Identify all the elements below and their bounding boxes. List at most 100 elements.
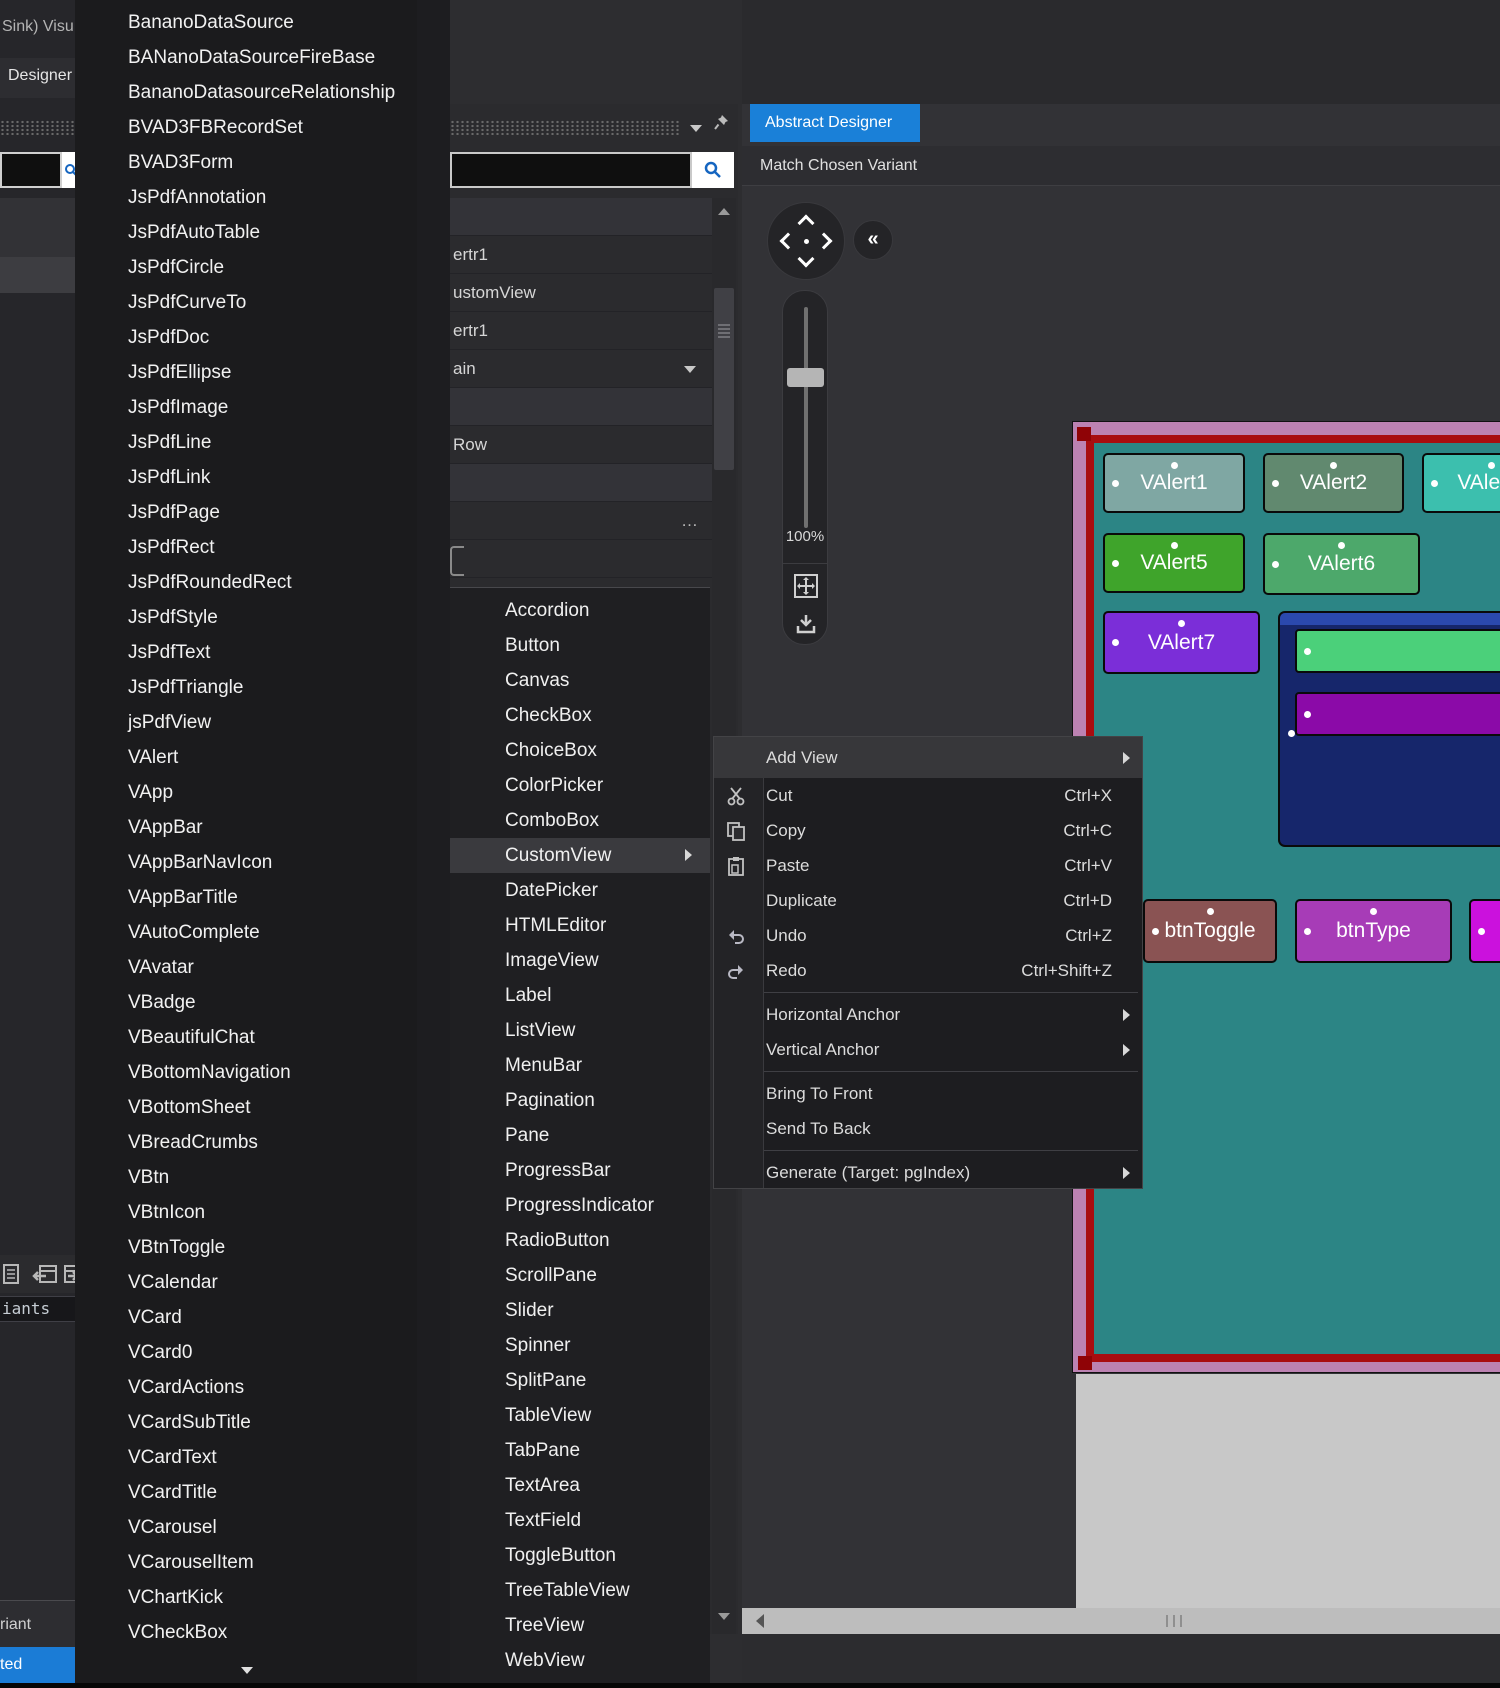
property-row[interactable] [450,464,712,502]
view-type-textarea[interactable]: TextArea [450,1468,710,1503]
export-icon[interactable] [794,612,818,636]
menu-item-cut[interactable]: CutCtrl+X [714,778,1142,813]
document-icon[interactable] [3,1264,20,1284]
view-block-valert2[interactable]: VAlert2 [1263,453,1404,513]
component-item-vcard0[interactable]: VCard0 [75,1335,417,1370]
component-item-vbeautifulchat[interactable]: VBeautifulChat [75,1020,417,1055]
component-item-vbottomnavigation[interactable]: VBottomNavigation [75,1055,417,1090]
property-row[interactable]: … [450,502,712,540]
menu-item-redo[interactable]: RedoCtrl+Shift+Z [714,953,1142,988]
view-type-checkbox[interactable]: CheckBox [450,698,710,733]
pin-icon[interactable] [714,114,729,131]
component-item-valert[interactable]: VAlert [75,740,417,775]
view-type-button[interactable]: Button [450,628,710,663]
view-type-tableview[interactable]: TableView [450,1398,710,1433]
variant-button-fragment[interactable]: riant [0,1600,75,1648]
menu-item-duplicate[interactable]: DuplicateCtrl+D [714,883,1142,918]
component-item-bvad3fbrecordset[interactable]: BVAD3FBRecordSet [75,110,417,145]
rail-search-input[interactable] [0,152,62,188]
component-item-bananodatasourcerelationship[interactable]: BananoDatasourceRelationship [75,75,417,110]
component-item-vbottomsheet[interactable]: VBottomSheet [75,1090,417,1125]
view-type-slider[interactable]: Slider [450,1293,710,1328]
menu-item-vertical-anchor[interactable]: Vertical Anchor [714,1032,1142,1067]
component-item-jspdfcircle[interactable]: JsPdfCircle [75,250,417,285]
fit-icon[interactable] [793,573,819,599]
view-block-purple-bar[interactable] [1295,692,1500,736]
component-item-vcardtitle[interactable]: VCardTitle [75,1475,417,1510]
component-item-jspdfannotation[interactable]: JsPdfAnnotation [75,180,417,215]
component-item-vbreadcrumbs[interactable]: VBreadCrumbs [75,1125,417,1160]
view-type-imageview[interactable]: ImageView [450,943,710,978]
component-item-vcard[interactable]: VCard [75,1300,417,1335]
component-item-jspdfroundedrect[interactable]: JsPdfRoundedRect [75,565,417,600]
component-item-vcardtext[interactable]: VCardText [75,1440,417,1475]
component-item-jspdftriangle[interactable]: JsPdfTriangle [75,670,417,705]
component-item-vchartkick[interactable]: VChartKick [75,1580,417,1615]
component-item-vcardactions[interactable]: VCardActions [75,1370,417,1405]
rail-selected-row[interactable] [0,257,75,293]
component-item-jspdfpage[interactable]: JsPdfPage [75,495,417,530]
component-item-vappbarnavicon[interactable]: VAppBarNavIcon [75,845,417,880]
view-type-htmleditor[interactable]: HTMLEditor [450,908,710,943]
view-type-accordion[interactable]: Accordion [450,593,710,628]
view-type-customview[interactable]: CustomView [450,838,710,873]
menu-item-bring-to-front[interactable]: Bring To Front [714,1076,1142,1111]
view-type-pagination[interactable]: Pagination [450,1083,710,1118]
view-type-treetableview[interactable]: TreeTableView [450,1573,710,1608]
view-type-canvas[interactable]: Canvas [450,663,710,698]
resize-handle-bottom-left[interactable] [1078,1356,1092,1370]
pan-up-icon[interactable] [798,215,815,232]
menu-item-undo[interactable]: UndoCtrl+Z [714,918,1142,953]
view-type-treeview[interactable]: TreeView [450,1608,710,1643]
view-block-valert1[interactable]: VAlert1 [1103,453,1245,513]
property-row[interactable] [450,540,712,578]
view-type-listview[interactable]: ListView [450,1013,710,1048]
collapse-left-icon[interactable]: « [853,220,893,260]
component-item-vautocomplete[interactable]: VAutoComplete [75,915,417,950]
view-block-container[interactable] [1278,611,1500,847]
view-type-label[interactable]: Label [450,978,710,1013]
view-block-btntoggle[interactable]: btnToggle [1143,899,1277,963]
zoom-slider-track[interactable] [804,307,808,528]
collapse-chevron-icon[interactable] [690,125,702,132]
component-item-jspdfline[interactable]: JsPdfLine [75,425,417,460]
view-type-pane[interactable]: Pane [450,1118,710,1153]
view-type-togglebutton[interactable]: ToggleButton [450,1538,710,1573]
view-type-menubar[interactable]: MenuBar [450,1048,710,1083]
view-type-textfield[interactable]: TextField [450,1503,710,1538]
component-item-vbadge[interactable]: VBadge [75,985,417,1020]
view-block-valert5[interactable]: VAlert5 [1103,533,1245,593]
component-item-vcarousel[interactable]: VCarousel [75,1510,417,1545]
view-type-radiobutton[interactable]: RadioButton [450,1223,710,1258]
view-block-green-bar[interactable] [1295,629,1500,673]
scroll-more-icon[interactable] [241,1667,253,1674]
component-item-vbtntoggle[interactable]: VBtnToggle [75,1230,417,1265]
scroll-left-icon[interactable] [756,1614,764,1628]
menu-item-horizontal-anchor[interactable]: Horizontal Anchor [714,997,1142,1032]
view-type-choicebox[interactable]: ChoiceBox [450,733,710,768]
component-item-vapp[interactable]: VApp [75,775,417,810]
scrollbar-grip[interactable] [1166,1615,1182,1627]
component-item-jspdfdoc[interactable]: JsPdfDoc [75,320,417,355]
ellipsis-button[interactable]: … [681,502,698,540]
component-item-bananodatasource[interactable]: BananoDataSource [75,5,417,40]
component-item-jspdftext[interactable]: JsPdfText [75,635,417,670]
drag-grip-strip[interactable] [0,120,75,135]
view-type-webview[interactable]: WebView [450,1643,710,1678]
menu-item-designer[interactable]: Designer [8,67,72,85]
component-item-jspdfstyle[interactable]: JsPdfStyle [75,600,417,635]
property-row[interactable] [450,388,712,426]
component-item-jspdfellipse[interactable]: JsPdfEllipse [75,355,417,390]
component-item-vappbar[interactable]: VAppBar [75,810,417,845]
component-item-vappbartitle[interactable]: VAppBarTitle [75,880,417,915]
view-type-spinner[interactable]: Spinner [450,1328,710,1363]
scroll-up-icon[interactable] [718,208,730,215]
menu-item-copy[interactable]: CopyCtrl+C [714,813,1142,848]
component-item-vcheckbox[interactable]: VCheckBox [75,1615,417,1650]
view-block-btntype[interactable]: btnType [1295,899,1452,963]
pan-control[interactable] [767,202,845,280]
panel-search-input[interactable] [450,152,692,188]
property-row[interactable]: ain [450,350,712,388]
component-item-bvad3form[interactable]: BVAD3Form [75,145,417,180]
pan-left-icon[interactable] [780,233,797,250]
